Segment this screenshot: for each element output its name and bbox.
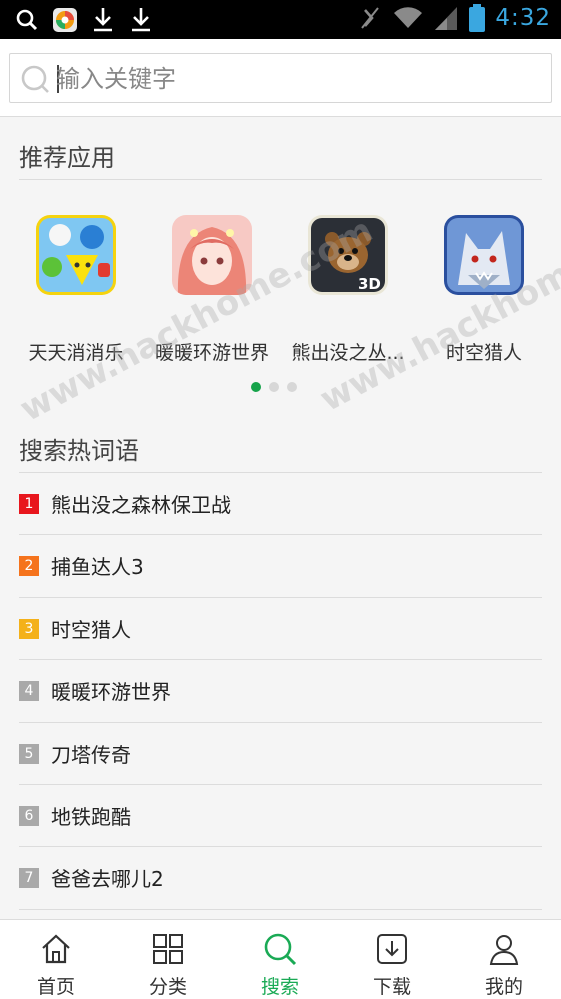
- app-center-icon: [53, 8, 77, 32]
- pager-dot[interactable]: [251, 382, 261, 392]
- signal-icon: [435, 7, 458, 30]
- hot-word-item[interactable]: 4 暖暖环游世界: [19, 660, 542, 723]
- app-name: 时空猎人: [445, 342, 522, 364]
- nav-label: 搜索: [260, 976, 299, 998]
- rank-badge: 4: [19, 681, 39, 702]
- nav-label: 首页: [36, 976, 75, 998]
- hot-word-item[interactable]: 6 地铁跑酷: [19, 785, 542, 848]
- rank-badge: 1: [19, 494, 39, 514]
- user-icon: [489, 935, 519, 965]
- search-icon: [21, 65, 49, 93]
- dressup-girl-icon: [172, 215, 252, 295]
- battery-icon: [469, 4, 486, 32]
- search-icon: [16, 9, 38, 31]
- hot-words-list: 1 熊出没之森林保卫战 2 捕鱼达人3 3 时空猎人 4 暖暖环游世界 5 刀塔…: [19, 473, 542, 910]
- hot-word-item[interactable]: 7 爸爸去哪儿2: [19, 847, 542, 910]
- hot-word-label: 刀塔传奇: [51, 742, 131, 767]
- pager-dot[interactable]: [269, 382, 279, 392]
- hot-word-item[interactable]: 3 时空猎人: [19, 598, 542, 661]
- app-name: 熊出没之丛...: [291, 342, 405, 364]
- hot-word-item[interactable]: 5 刀塔传奇: [19, 723, 542, 785]
- rank-badge: 5: [19, 743, 39, 764]
- download-icon: [94, 8, 112, 32]
- hot-word-label: 暖暖环游世界: [51, 680, 171, 705]
- search-box[interactable]: [9, 53, 552, 103]
- nav-mine[interactable]: 我的: [448, 920, 560, 999]
- rank-badge: 7: [19, 868, 39, 889]
- app-card[interactable]: 暖暖环游世界: [144, 205, 280, 375]
- search-header: [0, 39, 561, 117]
- status-bar: 4:32: [0, 0, 561, 39]
- hot-word-label: 熊出没之森林保卫战: [51, 493, 231, 517]
- app-name: 天天消消乐: [28, 342, 124, 364]
- bear-3d-icon: 3D: [308, 215, 388, 295]
- nav-home[interactable]: 首页: [0, 920, 112, 999]
- wifi-icon: [394, 7, 423, 29]
- app-card[interactable]: 时空猎人: [416, 205, 552, 375]
- hot-word-label: 捕鱼达人3: [51, 555, 144, 580]
- search-input[interactable]: [56, 60, 536, 98]
- download-icon: [377, 934, 407, 964]
- hot-word-item[interactable]: 1 熊出没之森林保卫战: [19, 473, 542, 536]
- divider: [19, 179, 542, 180]
- nav-label: 我的: [484, 976, 523, 998]
- match-game-icon: [36, 215, 116, 295]
- recommended-title: 推荐应用: [19, 144, 115, 172]
- search-icon: [264, 933, 297, 966]
- grid-icon: [153, 934, 183, 964]
- hot-words-title: 搜索热词语: [19, 437, 139, 465]
- home-icon: [42, 934, 70, 964]
- app-name: 暖暖环游世界: [154, 342, 269, 364]
- bottom-nav: 首页 分类 搜索 下载 我的: [0, 919, 561, 999]
- mute-icon: [361, 7, 380, 29]
- rank-badge: 2: [19, 556, 39, 577]
- hot-word-label: 爸爸去哪儿2: [51, 867, 164, 892]
- app-card[interactable]: 3D 熊出没之丛...: [280, 205, 416, 375]
- svg-text:3D: 3D: [358, 275, 381, 293]
- clock: 4:32: [495, 5, 551, 31]
- download-icon: [132, 8, 150, 32]
- rank-badge: 3: [19, 618, 39, 639]
- nav-category[interactable]: 分类: [112, 920, 224, 999]
- wolf-hunter-icon: [444, 215, 524, 295]
- nav-label: 分类: [148, 976, 187, 998]
- hot-word-label: 地铁跑酷: [51, 804, 131, 829]
- recommended-apps: 天天消消乐 暖暖环游世界 3D 熊出没之丛... 时空猎人: [0, 205, 561, 375]
- carousel-pager[interactable]: [251, 382, 297, 392]
- app-card[interactable]: 天天消消乐: [8, 205, 144, 375]
- pager-dot[interactable]: [287, 382, 297, 392]
- nav-search[interactable]: 搜索: [224, 920, 336, 999]
- nav-label: 下载: [372, 976, 411, 998]
- nav-download[interactable]: 下载: [336, 920, 448, 999]
- hot-word-item[interactable]: 2 捕鱼达人3: [19, 535, 542, 598]
- hot-word-label: 时空猎人: [51, 617, 131, 642]
- rank-badge: 6: [19, 805, 39, 826]
